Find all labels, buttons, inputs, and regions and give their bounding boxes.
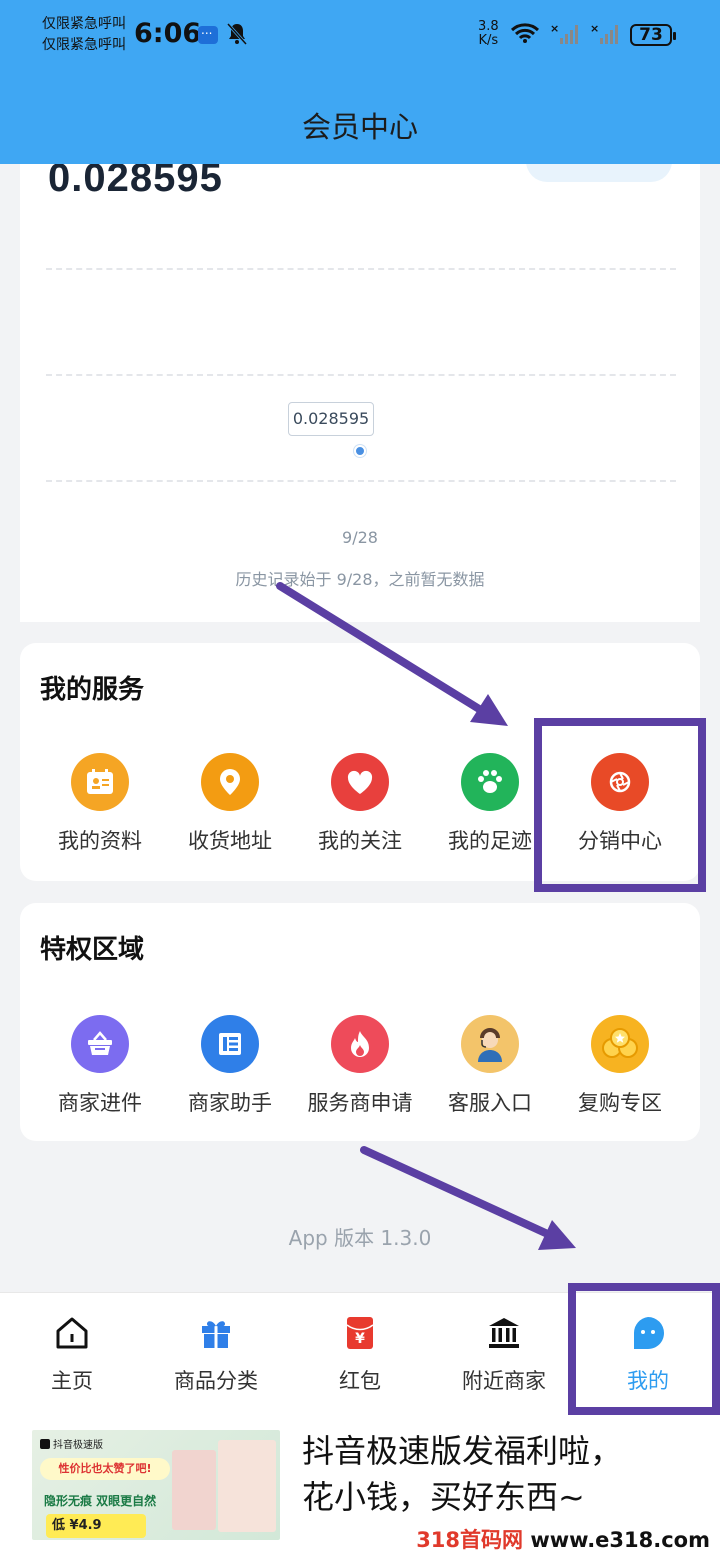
- flame-icon: [331, 1015, 389, 1073]
- privilege-item-merchant-assistant[interactable]: 商家助手: [165, 1015, 295, 1117]
- service-item-profile[interactable]: 我的资料: [35, 753, 165, 855]
- ad-product-line: 隐形无痕 双眼更自然: [44, 1494, 157, 1508]
- nav-red-envelope[interactable]: ¥ 红包: [288, 1293, 432, 1410]
- service-item-distribution[interactable]: 分销中心: [555, 753, 685, 855]
- privilege-item-label: 复购专区: [578, 1091, 662, 1115]
- services-grid: 我的资料 收货地址 我的关注 我的足迹 分销中心: [20, 753, 700, 855]
- chart-history-note: 历史记录始于 9/28，之前暂无数据: [235, 570, 485, 589]
- privilege-item-label: 服务商申请: [307, 1091, 413, 1115]
- nav-category[interactable]: 商品分类: [144, 1293, 288, 1410]
- ad-product-box: [172, 1450, 216, 1530]
- net-speed-unit: K/s: [478, 33, 499, 48]
- service-item-label: 分销中心: [578, 829, 662, 853]
- profile-card-icon: [71, 753, 129, 811]
- signal-icon: ×: [550, 22, 578, 44]
- chart-gridline: [46, 480, 676, 482]
- ad-headline-line-1: 抖音极速版发福利啦，: [302, 1432, 623, 1470]
- service-item-follow[interactable]: 我的关注: [295, 753, 425, 855]
- red-envelope-icon: ¥: [346, 1317, 374, 1349]
- service-item-label: 我的足迹: [448, 829, 532, 853]
- service-item-footprint[interactable]: 我的足迹: [425, 753, 555, 855]
- watermark-url: www.e318.com: [523, 1528, 710, 1552]
- signal-icon: ×: [590, 22, 618, 44]
- watermark-site-name: 318首码网: [416, 1528, 524, 1552]
- privileges-title: 特权区域: [40, 935, 145, 965]
- customer-service-icon: [461, 1015, 519, 1073]
- nav-label: 附近商家: [462, 1369, 546, 1393]
- privilege-item-provider-apply[interactable]: 服务商申请: [295, 1015, 425, 1117]
- privileges-card: 特权区域 商家进件 商家助手 服务商申请 客服入口 复购专区: [20, 903, 700, 1141]
- service-item-label: 收货地址: [188, 829, 272, 853]
- nav-label: 我的: [627, 1369, 669, 1393]
- service-item-address[interactable]: 收货地址: [165, 753, 295, 855]
- nav-nearby[interactable]: 附近商家: [432, 1293, 576, 1410]
- paw-icon: [461, 753, 519, 811]
- distribution-icon: [591, 753, 649, 811]
- svg-text:×: ×: [550, 22, 559, 35]
- bell-muted-icon: [226, 22, 248, 52]
- ad-headline: 抖音极速版发福利啦， 花小钱，买好东西~: [302, 1428, 622, 1520]
- services-card: 我的服务 我的资料 收货地址 我的关注 我的足迹 分销中心: [20, 643, 700, 881]
- ad-image: 抖音极速版 性价比也太赞了吧! 隐形无痕 双眼更自然 低 ¥4.9: [32, 1430, 280, 1540]
- carrier-line-2: 仅限紧急呼叫: [42, 37, 126, 53]
- bank-icon: [489, 1318, 519, 1348]
- watermark: 318首码网 www.e318.com: [416, 1524, 710, 1554]
- location-pin-icon: [201, 753, 259, 811]
- heart-icon: [331, 753, 389, 811]
- app-header: 会员中心: [0, 80, 720, 164]
- service-item-label: 我的关注: [318, 829, 402, 853]
- wifi-icon: [510, 23, 540, 43]
- earnings-chart-card: 0.028595 0.028595 9/28 历史记录始于 9/28，之前暂无数…: [20, 164, 700, 622]
- nav-label: 商品分类: [174, 1369, 258, 1393]
- privileges-grid: 商家进件 商家助手 服务商申请 客服入口 复购专区: [20, 1015, 700, 1117]
- net-speed-value: 3.8: [478, 19, 499, 34]
- history-button[interactable]: [526, 164, 672, 182]
- chart-gridline: [46, 374, 676, 376]
- privilege-item-merchant-onboard[interactable]: 商家进件: [35, 1015, 165, 1117]
- page-title: 会员中心: [301, 110, 418, 144]
- nav-label: 红包: [339, 1369, 381, 1393]
- chat-bubble-icon: [633, 1317, 664, 1349]
- carrier-text: 仅限紧急呼叫 仅限紧急呼叫: [42, 14, 126, 56]
- ad-product-box: [218, 1440, 276, 1532]
- svg-text:×: ×: [590, 22, 599, 35]
- nav-label: 主页: [51, 1369, 93, 1393]
- list-icon: [201, 1015, 259, 1073]
- gift-icon: [202, 1321, 230, 1348]
- chart-data-point[interactable]: [354, 445, 366, 457]
- nav-mine[interactable]: 我的: [576, 1293, 720, 1410]
- privilege-item-label: 客服入口: [448, 1091, 532, 1115]
- ad-price: 低 ¥4.9: [46, 1514, 146, 1538]
- chart-x-tick-label: 9/28: [342, 528, 378, 547]
- privilege-item-customer-service[interactable]: 客服入口: [425, 1015, 555, 1117]
- home-icon: [56, 1317, 88, 1349]
- current-value: 0.028595: [48, 164, 223, 200]
- coins-icon: [591, 1015, 649, 1073]
- clock: 6:06: [134, 18, 202, 49]
- svg-text:¥: ¥: [355, 1331, 365, 1347]
- basket-icon: [71, 1015, 129, 1073]
- privilege-item-label: 商家进件: [58, 1091, 142, 1115]
- app-version: App 版本 1.3.0: [288, 1226, 432, 1250]
- battery-icon: 73: [630, 24, 676, 46]
- chart-tooltip: 0.028595: [288, 402, 374, 436]
- privilege-item-label: 商家助手: [188, 1091, 272, 1115]
- ad-brand: 抖音极速版: [40, 1436, 103, 1451]
- chart-gridline: [46, 268, 676, 270]
- bottom-nav: 主页 商品分类 ¥ 红包 附近商家 我的: [0, 1292, 720, 1410]
- message-icon: [198, 23, 218, 44]
- carrier-line-1: 仅限紧急呼叫: [42, 16, 126, 32]
- ad-sticker: 性价比也太赞了吧!: [40, 1458, 170, 1480]
- privilege-item-repurchase[interactable]: 复购专区: [555, 1015, 685, 1117]
- ad-headline-line-2: 花小钱，买好东西~: [302, 1478, 585, 1516]
- net-speed: 3.8 K/s: [478, 20, 499, 48]
- service-item-label: 我的资料: [58, 829, 142, 853]
- status-bar: 仅限紧急呼叫 仅限紧急呼叫 6:06 3.8 K/s × × 73: [0, 0, 720, 80]
- services-title: 我的服务: [40, 675, 145, 705]
- nav-home[interactable]: 主页: [0, 1293, 144, 1410]
